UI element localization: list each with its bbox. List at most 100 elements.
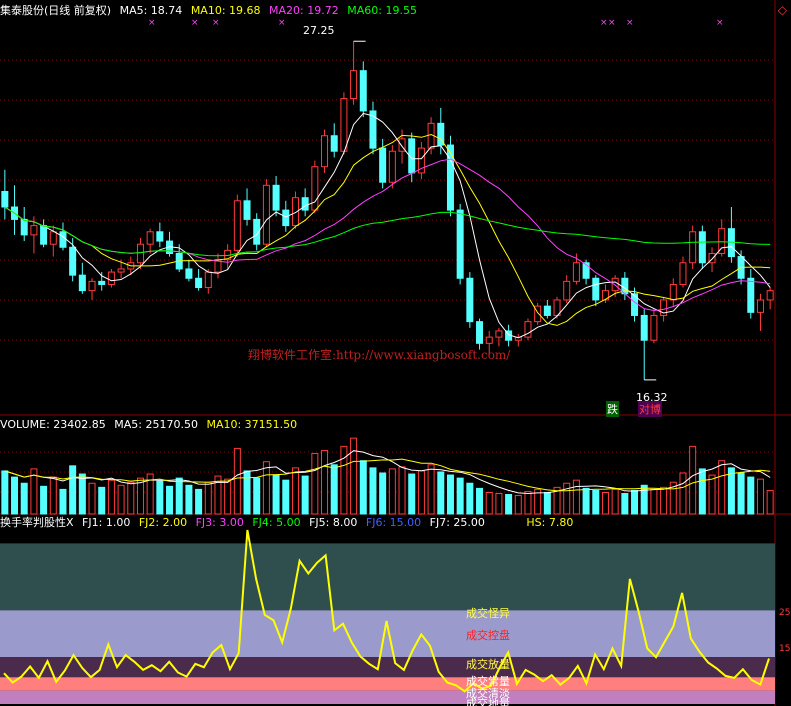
ma5-label: MA5: 18.74	[119, 4, 183, 17]
candle-body	[756, 299, 764, 313]
fj2-label: FJ2: 2.00	[138, 516, 188, 529]
volume-bar	[708, 474, 716, 515]
candle-body	[78, 274, 86, 292]
candle-body	[30, 225, 38, 236]
volume-bar	[59, 488, 67, 515]
zone-kongpan: 成交控盘	[466, 629, 510, 642]
fj4-label: FJ4: 5.00	[252, 516, 301, 529]
volume-bar	[20, 482, 28, 515]
volume-bar	[330, 464, 338, 515]
ma5-line	[4, 112, 771, 339]
candle-body	[495, 330, 503, 338]
volume-bar	[679, 472, 687, 515]
volume-bar	[127, 481, 135, 515]
volume-bar	[253, 477, 261, 515]
volume-bar	[156, 480, 164, 515]
volume-bar	[1, 470, 9, 515]
ma10-label: MA10: 19.68	[190, 4, 261, 17]
ma20-line	[4, 158, 771, 312]
candle-body	[136, 243, 144, 264]
volume-bar	[185, 484, 193, 515]
candle-body	[1, 191, 9, 208]
fj3-label: FJ3: 3.00	[195, 516, 244, 529]
volume-bar	[582, 487, 590, 515]
candle-body	[466, 277, 474, 323]
signal-marker: ×	[278, 18, 286, 28]
ma60-line	[4, 206, 771, 257]
candle-body	[572, 262, 580, 282]
volume-bar	[543, 491, 551, 515]
volume-bar	[69, 465, 77, 515]
diamond-icon[interactable]: ◇	[778, 3, 787, 17]
volume-label: VOLUME: 23402.85	[0, 418, 106, 431]
volume-header: VOLUME: 23402.85 MA5: 25170.50 MA10: 371…	[0, 418, 302, 431]
volume-bar	[398, 466, 406, 515]
candle-body	[301, 197, 309, 211]
volume-bar	[485, 491, 493, 515]
axis-tick-15: 15	[779, 644, 791, 654]
volume-bar	[204, 481, 212, 515]
volume-bar	[592, 489, 600, 515]
fj5-label: FJ5: 8.00	[309, 516, 358, 529]
volume-bar	[233, 447, 241, 515]
candle-body	[611, 277, 619, 292]
candle-body	[446, 144, 454, 211]
volume-bar	[321, 449, 329, 515]
candle-body	[117, 268, 125, 273]
ma10-line	[4, 133, 771, 326]
fj1-label: FJ1: 1.00	[82, 516, 131, 529]
zone-band-dixian	[0, 690, 775, 704]
candle-body	[272, 184, 280, 211]
volume-bar	[456, 477, 464, 515]
candle-body	[640, 314, 648, 341]
zone-guaiyi: 成交怪异	[466, 607, 510, 620]
volume-bar	[291, 467, 299, 515]
candle-body	[359, 70, 367, 112]
candle-body	[107, 271, 115, 285]
candle-body	[321, 135, 329, 168]
zone-fangliang: 成交放量	[466, 658, 510, 671]
candle-body	[456, 209, 464, 279]
volume-bar	[505, 494, 513, 515]
signal-marker: ×	[716, 18, 724, 28]
volume-bar	[98, 486, 106, 515]
signal-marker: ×	[148, 18, 156, 28]
zone-dixian: 成交地量	[466, 697, 510, 706]
candle-body	[330, 135, 338, 152]
volume-bar	[718, 460, 726, 515]
candle-body	[350, 70, 358, 100]
volume-bar	[572, 479, 580, 515]
candle-body	[185, 268, 193, 279]
volume-bar	[611, 488, 619, 515]
price-header: 集泰股份(日线 前复权) MA5: 18.74 MA10: 19.68 MA20…	[0, 4, 422, 17]
volume-bar	[466, 482, 474, 515]
candle-body	[669, 283, 677, 301]
volume-bar	[107, 479, 115, 515]
volume-bar	[350, 437, 358, 515]
volume-bar	[117, 484, 125, 515]
volume-bar	[78, 473, 86, 515]
signal-marker: ×	[212, 18, 220, 28]
candle-body	[698, 231, 706, 264]
axis-tick-25: 25	[779, 608, 791, 618]
candle-body	[689, 231, 697, 264]
volume-bar	[650, 488, 658, 515]
volume-bar	[698, 468, 706, 515]
fj6-label: FJ6: 15.00	[365, 516, 422, 529]
stock-name: 集泰股份(日线 前复权)	[0, 4, 112, 17]
volume-bar	[756, 478, 764, 515]
volume-bar	[524, 490, 532, 515]
candle-body	[88, 280, 96, 292]
candle-body	[69, 246, 77, 276]
volume-bar	[11, 476, 19, 515]
volume-bar	[737, 472, 745, 515]
candle-body	[204, 271, 212, 289]
candle-body	[20, 218, 28, 236]
candle-body	[679, 262, 687, 285]
volume-bar	[40, 485, 48, 515]
stock-chart-window: { "price_header": { "name": "集泰股份(日线 前复权…	[0, 0, 791, 706]
volume-bar	[601, 491, 609, 515]
vol-ma5-label: MA5: 25170.50	[114, 418, 198, 431]
zone-band-fangliang	[0, 610, 775, 658]
candle-body	[98, 280, 106, 285]
